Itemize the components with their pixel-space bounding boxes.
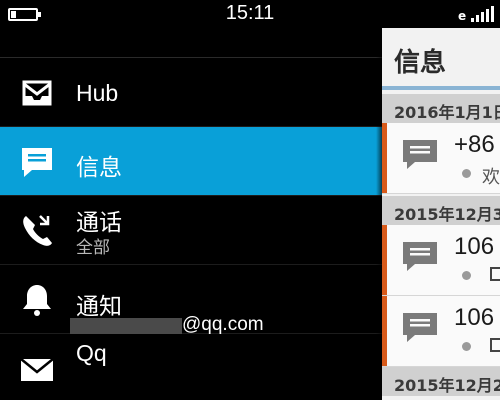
nav-item-qq-mail[interactable]: Qq — [0, 334, 382, 400]
attachment-icon — [490, 267, 500, 281]
message-sender: 106 — [454, 233, 495, 260]
date-header: 2015年12月3 — [382, 196, 500, 225]
message-sender: 106 — [454, 304, 495, 331]
nav-item-label: 通知 — [76, 293, 122, 319]
clock: 15:11 — [225, 2, 275, 24]
nav-item-calls[interactable]: 通话 全部 — [0, 196, 382, 265]
message-preview: 欢 — [482, 167, 500, 188]
nav-item-label: 信息 — [76, 154, 122, 180]
phone-calls-icon — [23, 215, 52, 246]
nav-drawer: Hub 信息 通话 全部 通知 Qq — [0, 58, 382, 400]
message-item[interactable]: +86 欢 — [382, 123, 500, 194]
unread-indicator — [382, 123, 387, 193]
email-domain: @qq.com — [182, 314, 264, 335]
attachment-icon — [490, 338, 500, 352]
status-dot — [462, 342, 471, 351]
status-dot — [462, 169, 471, 178]
signal-strength-icon — [471, 6, 495, 22]
hub-inbox-icon — [22, 80, 52, 106]
status-bar: 15:11 e — [0, 0, 500, 30]
message-sender: +86 — [454, 131, 495, 158]
nav-item-label: Qq — [76, 340, 107, 366]
nav-item-label: 通话 — [76, 209, 122, 235]
message-icon — [403, 313, 437, 342]
network-type: e — [458, 9, 467, 23]
message-icon — [403, 242, 437, 271]
date-header: 2015年12月2 — [382, 367, 500, 396]
message-item[interactable]: 106 — [382, 225, 500, 296]
message-item[interactable]: 106 — [382, 296, 500, 367]
nav-item-messages[interactable]: 信息 — [0, 127, 382, 196]
nav-item-label: Hub — [76, 80, 119, 106]
message-icon — [403, 140, 437, 169]
unread-indicator — [382, 225, 387, 295]
panel-header: 信息 — [382, 28, 500, 90]
nav-item-sublabel: 全部 — [76, 238, 110, 258]
messages-panel[interactable]: 信息 2016年1月1日 +86 欢 2015年12月3 106 106 201… — [382, 28, 500, 400]
nav-item-hub[interactable]: Hub — [0, 58, 382, 127]
status-dot — [462, 271, 471, 280]
redacted-email-user — [70, 318, 182, 334]
unread-indicator — [382, 296, 387, 366]
bell-icon — [23, 285, 51, 316]
panel-title: 信息 — [394, 48, 447, 78]
date-header: 2016年1月1日 — [382, 94, 500, 123]
message-bubble-icon — [22, 148, 52, 177]
panel-shadow — [376, 28, 382, 400]
envelope-icon — [20, 358, 54, 381]
